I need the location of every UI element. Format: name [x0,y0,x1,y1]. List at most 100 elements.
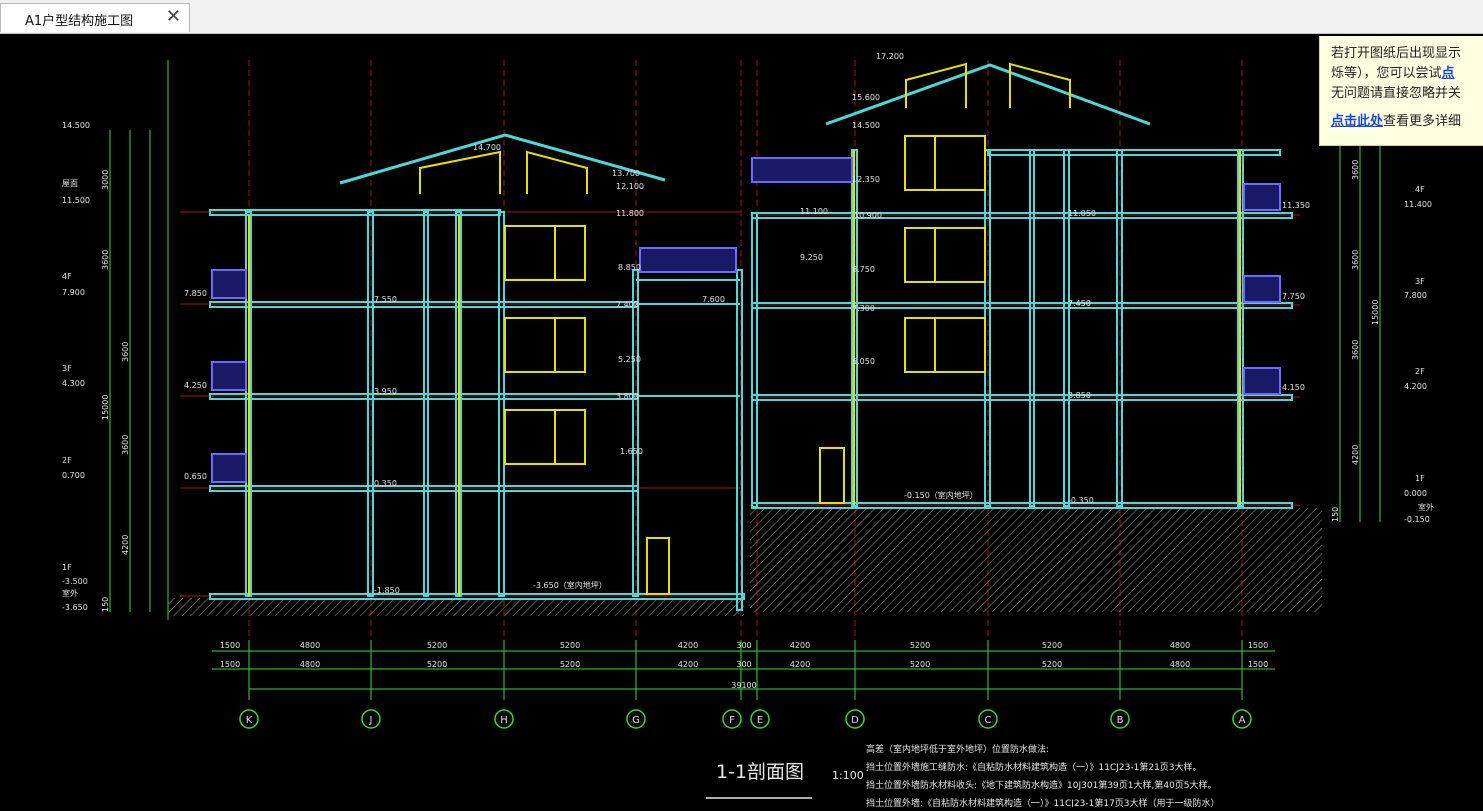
notice-line-3: 无问题请直接忽略并关 [1331,86,1462,101]
svg-text:4200: 4200 [790,660,810,669]
svg-text:3.800: 3.800 [616,392,639,401]
cad-canvas[interactable]: K J H G F E D C B A 1500 4800 5200 5200 42… [0,33,1483,809]
svg-text:11.350: 11.350 [1282,201,1310,210]
svg-text:-3.650（室内地坪）: -3.650（室内地坪） [533,580,607,590]
svg-text:5200: 5200 [427,660,447,669]
svg-text:1500: 1500 [220,660,240,669]
svg-text:7.900: 7.900 [62,288,85,297]
svg-text:5.250: 5.250 [618,355,641,364]
svg-text:14.500: 14.500 [62,121,90,130]
svg-text:7.450: 7.450 [1068,299,1091,308]
svg-text:5200: 5200 [1042,660,1062,669]
svg-text:1500: 1500 [1248,660,1268,669]
svg-text:-3.650: -3.650 [62,603,88,612]
svg-text:15.600: 15.600 [852,93,880,102]
svg-text:-1.850: -1.850 [374,586,400,595]
notice-line-1: 若打开图纸后出现显示 [1331,46,1462,61]
svg-text:室外: 室外 [1418,502,1434,512]
axis-label: G [632,715,640,726]
tab-drawing[interactable]: A1户型结构施工图 ✕ [0,3,190,32]
axis-labels: K J H G F E D C B A [246,715,1246,726]
svg-text:150: 150 [1331,507,1340,522]
svg-text:3000: 3000 [101,170,110,190]
svg-text:室外: 室外 [62,588,78,598]
svg-text:7.800: 7.800 [1404,291,1427,300]
svg-text:150: 150 [101,597,110,612]
svg-text:5200: 5200 [560,641,580,650]
svg-text:1F: 1F [62,563,72,572]
svg-text:-0.150（室内地坪）: -0.150（室内地坪） [904,490,978,500]
right-building [751,149,1293,509]
right-level-labels: 4F 11.400 3F 7.800 2F 4.200 1F 0.000 室外 … [1404,185,1434,524]
svg-text:11.050: 11.050 [1068,209,1096,218]
svg-text:2F: 2F [62,456,72,465]
svg-text:4200: 4200 [121,535,130,555]
total-dimension: 39100 [731,681,756,690]
svg-text:5200: 5200 [1042,641,1062,650]
axis-label: D [851,715,859,726]
svg-text:4F: 4F [62,272,72,281]
svg-text:1500: 1500 [1248,641,1268,650]
left-level-labels: 14.500 屋面 11.500 4F 7.900 3F 4.300 2F 0.… [62,121,90,612]
svg-text:3600: 3600 [101,250,110,270]
axis-label: C [985,715,992,726]
svg-text:7.600: 7.600 [702,295,725,304]
svg-text:3.950: 3.950 [374,387,397,396]
svg-text:7.550: 7.550 [374,295,397,304]
svg-text:挡土位置外墙施工缝防水:《自粘防水材料建筑构造（一）》11C: 挡土位置外墙施工缝防水:《自粘防水材料建筑构造（一）》11CJ23-1第21页3… [866,761,1202,773]
svg-text:7.850: 7.850 [184,289,207,298]
more-info-link[interactable]: 点击此处 [1331,114,1383,129]
axis-label: K [246,715,253,726]
svg-text:4.150: 4.150 [1282,383,1305,392]
svg-text:9.250: 9.250 [800,253,823,262]
section-drawing: K J H G F E D C B A 1500 4800 5200 5200 42… [62,52,1434,809]
svg-text:1500: 1500 [220,641,240,650]
close-icon[interactable]: ✕ [166,7,181,27]
axis-label: A [1239,715,1246,726]
ground-hatch-left [168,598,744,616]
svg-text:10.900: 10.900 [854,211,882,220]
svg-text:15000: 15000 [1371,300,1380,325]
svg-text:1.650: 1.650 [620,447,643,456]
svg-text:5200: 5200 [910,641,930,650]
axis-label: J [369,715,373,726]
svg-text:5200: 5200 [910,660,930,669]
svg-text:17.200: 17.200 [876,52,904,61]
svg-text:11.500: 11.500 [62,196,90,205]
svg-text:4800: 4800 [1170,660,1190,669]
notice-line-2: 烁等），您可以尝试点 [1331,66,1455,81]
svg-text:13.700: 13.700 [612,169,640,178]
svg-text:4200: 4200 [678,641,698,650]
svg-text:0.700: 0.700 [62,471,85,480]
svg-text:4F: 4F [1415,185,1425,194]
svg-text:0.650: 0.650 [184,472,207,481]
svg-text:4200: 4200 [678,660,698,669]
svg-text:5.050: 5.050 [852,357,875,366]
svg-text:3600: 3600 [1351,340,1360,360]
svg-text:3600: 3600 [1351,160,1360,180]
svg-text:4200: 4200 [790,641,810,650]
svg-text:0.000: 0.000 [1404,489,1427,498]
svg-text:挡土位置外墙防水材料收头:《地下建筑防水构造》10J301第: 挡土位置外墙防水材料收头:《地下建筑防水构造》10J301第39页1大样,第40… [866,779,1217,791]
svg-text:11.100: 11.100 [800,207,828,216]
svg-text:300: 300 [736,660,751,669]
drawing-title: 1-1剖面图 [716,761,804,783]
axis-bubbles [239,709,1252,729]
axis-label: H [500,715,508,726]
svg-text:4.200: 4.200 [1404,382,1427,391]
svg-text:5200: 5200 [560,660,580,669]
svg-text:3600: 3600 [121,342,130,362]
svg-text:300: 300 [736,641,751,650]
display-notice: 若打开图纸后出现显示 烁等），您可以尝试点 无问题请直接忽略并关 点击此处查看更… [1319,36,1483,146]
svg-text:3600: 3600 [1351,250,1360,270]
svg-text:8.850: 8.850 [618,263,641,272]
svg-text:15000: 15000 [101,395,110,420]
svg-text:4.250: 4.250 [184,381,207,390]
svg-text:8.750: 8.750 [852,265,875,274]
svg-text:5200: 5200 [427,641,447,650]
svg-text:3F: 3F [62,364,72,373]
svg-text:挡土位置外墙:《自粘防水材料建筑构造（一）》11CJ23-1: 挡土位置外墙:《自粘防水材料建筑构造（一）》11CJ23-1第17页3大样（用于… [866,797,1220,807]
svg-text:0.350: 0.350 [374,479,397,488]
notice-inline-link[interactable]: 点 [1442,66,1455,81]
svg-text:12.350: 12.350 [852,175,880,184]
